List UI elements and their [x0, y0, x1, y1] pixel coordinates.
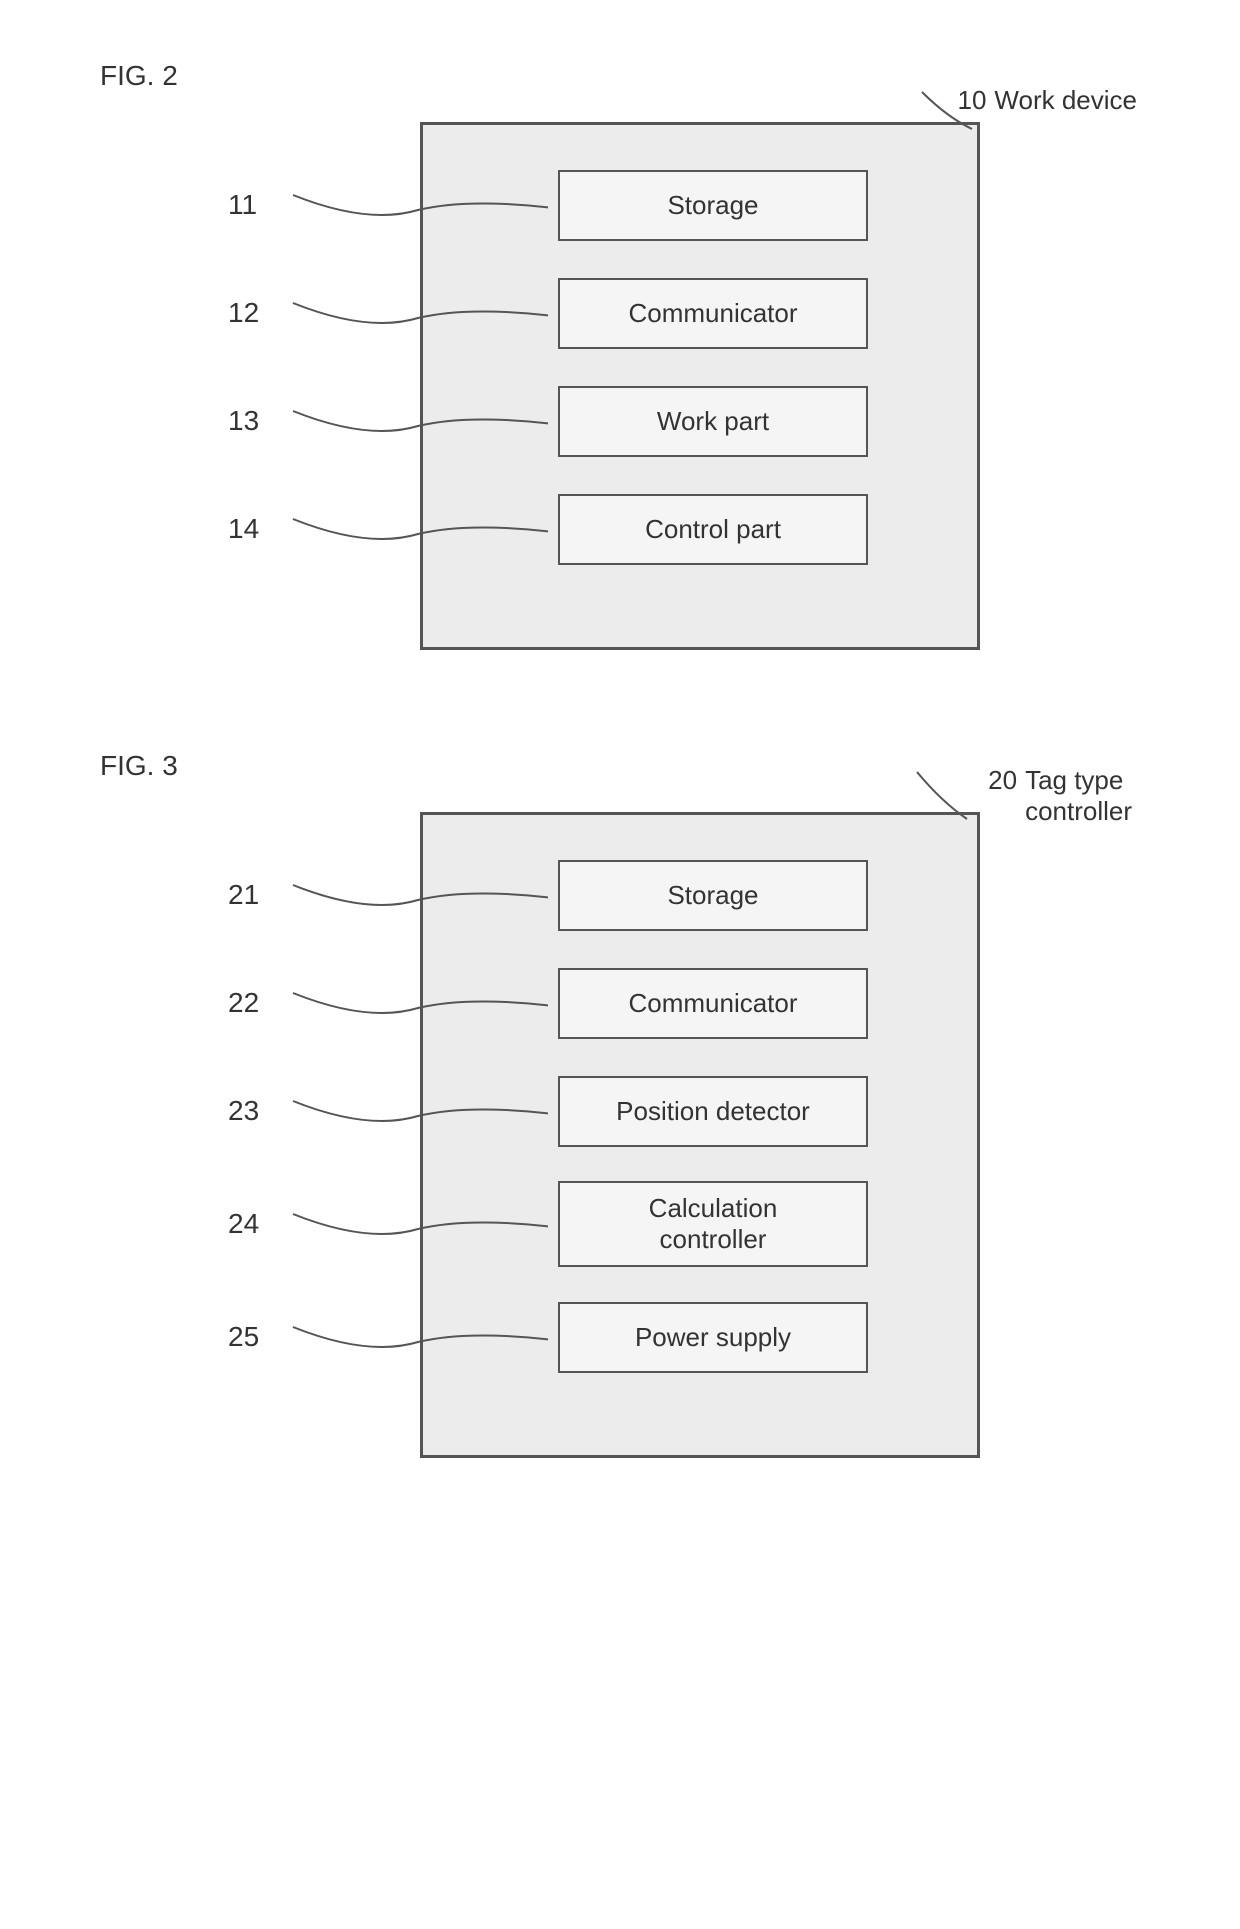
power-supply-box: Power supply: [558, 1302, 868, 1373]
leader-line-11: [288, 190, 548, 220]
control-part-box: Control part: [558, 494, 868, 565]
work-device-text: Work device: [994, 85, 1137, 116]
leader-line-23: [288, 1096, 548, 1126]
figure-3-diagram: 20 Tag type controller 21 Storage 22 Com…: [160, 812, 1060, 1458]
component-row-22: 22 Communicator: [478, 963, 947, 1043]
position-detector-box: Position detector: [558, 1076, 868, 1147]
leader-line-24: [288, 1209, 548, 1239]
storage-box-2: Storage: [558, 860, 868, 931]
ref-num-22: 22: [228, 987, 259, 1019]
ref-num-23: 23: [228, 1095, 259, 1127]
figure-2-section: FIG. 2 10 Work device 11 Storage 12: [100, 60, 1140, 650]
figure-2-diagram: 10 Work device 11 Storage 12 Communicato…: [160, 122, 1060, 650]
ref-num-11: 11: [228, 189, 257, 221]
communicator-box-2: Communicator: [558, 968, 868, 1039]
ref-num-20: 20: [988, 765, 1017, 796]
ref-num-10: 10: [958, 85, 987, 116]
tag-controller-text: Tag type controller: [1025, 765, 1132, 827]
ref-num-12: 12: [228, 297, 259, 329]
ref-num-14: 14: [228, 513, 259, 545]
leader-line-22: [288, 988, 548, 1018]
figure-3-section: FIG. 3 20 Tag type controller 21 Storage…: [100, 750, 1140, 1458]
component-row-21: 21 Storage: [478, 855, 947, 935]
leader-line-25: [288, 1322, 548, 1352]
ref-num-25: 25: [228, 1321, 259, 1353]
leader-line-14: [288, 514, 548, 544]
work-device-box: 10 Work device 11 Storage 12 Communicato…: [420, 122, 980, 650]
tag-controller-label: 20 Tag type controller: [988, 765, 1132, 827]
work-part-box: Work part: [558, 386, 868, 457]
component-row-23: 23 Position detector: [478, 1071, 947, 1151]
communicator-box: Communicator: [558, 278, 868, 349]
component-row-11: 11 Storage: [478, 165, 947, 245]
ref-num-13: 13: [228, 405, 259, 437]
component-row-13: 13 Work part: [478, 381, 947, 461]
ref-num-21: 21: [228, 879, 259, 911]
component-row-24: 24 Calculation controller: [478, 1179, 947, 1269]
leader-line-13: [288, 406, 548, 436]
component-row-12: 12 Communicator: [478, 273, 947, 353]
leader-line-12: [288, 298, 548, 328]
tag-controller-box: 20 Tag type controller 21 Storage 22 Com…: [420, 812, 980, 1458]
leader-line-21: [288, 880, 548, 910]
calculation-controller-box: Calculation controller: [558, 1181, 868, 1267]
component-row-14: 14 Control part: [478, 489, 947, 569]
storage-box: Storage: [558, 170, 868, 241]
component-row-25: 25 Power supply: [478, 1297, 947, 1377]
ref-num-24: 24: [228, 1208, 259, 1240]
work-device-label: 10 Work device: [958, 85, 1138, 116]
